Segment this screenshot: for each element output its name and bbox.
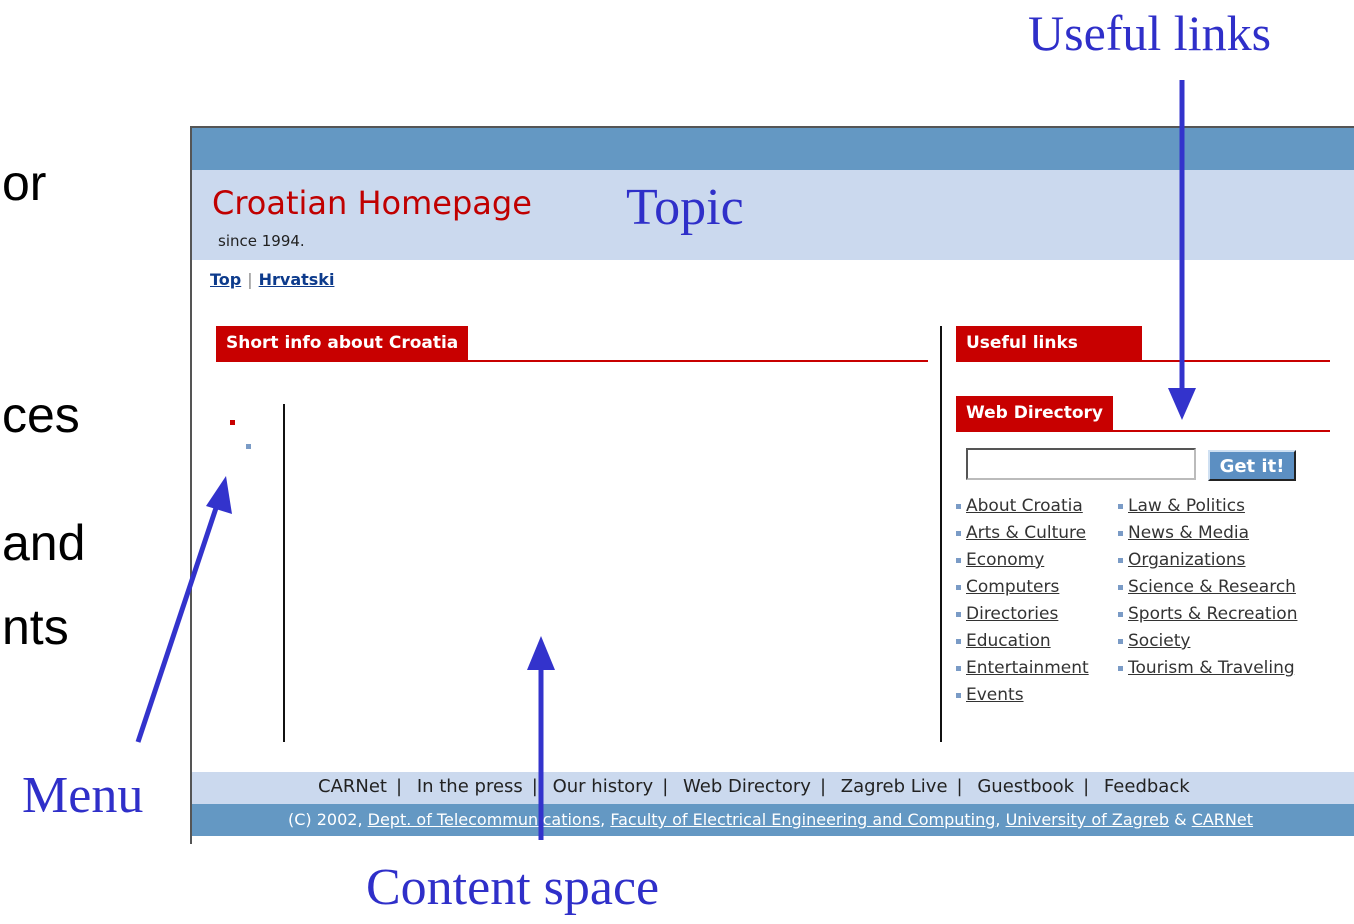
annotation-arrows (135, 80, 1196, 840)
arrow-head-menu (206, 476, 232, 514)
arrow-head-useful-links (1168, 388, 1196, 420)
arrow-menu (135, 501, 221, 743)
arrow-head-content (527, 636, 555, 670)
